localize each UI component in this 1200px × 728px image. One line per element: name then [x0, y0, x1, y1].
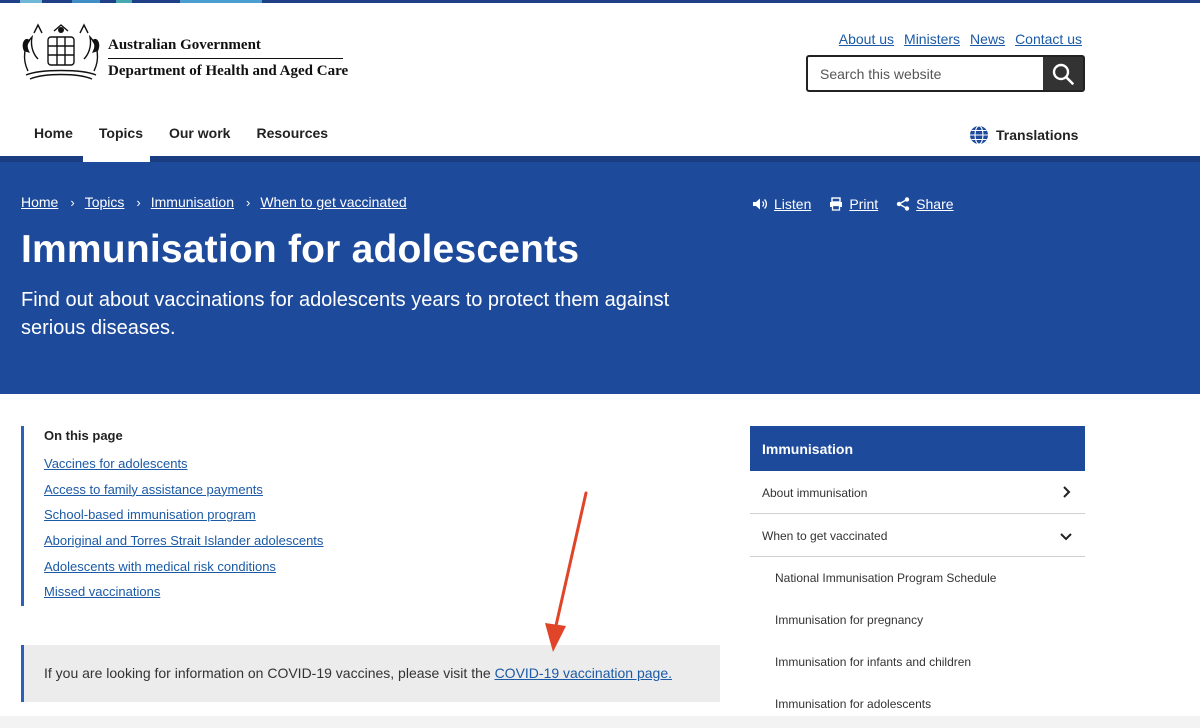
logo-line-government: Australian Government [108, 37, 261, 53]
globe-icon [970, 125, 988, 145]
sidenav-subitem-nip-schedule[interactable]: National Immunisation Program Schedule [750, 557, 1085, 599]
otp-link-missed[interactable]: Missed vaccinations [44, 584, 160, 599]
on-this-page-list: Vaccines for adolescents Access to famil… [44, 456, 381, 610]
page-title: Immunisation for adolescents [21, 228, 580, 271]
breadcrumb: Home › Topics › Immunisation › When to g… [21, 194, 407, 210]
utility-link-contact-us[interactable]: Contact us [1015, 31, 1082, 47]
otp-link-aboriginal[interactable]: Aboriginal and Torres Strait Islander ad… [44, 533, 323, 548]
sidenav-item-when-to-get-vaccinated[interactable]: When to get vaccinated [750, 514, 1085, 557]
chevron-right-icon: › [246, 194, 251, 210]
print-label[interactable]: Print [849, 196, 878, 212]
sidenav-heading[interactable]: Immunisation [750, 426, 1085, 471]
on-this-page-title: On this page [44, 428, 123, 443]
list-item: Vaccines for adolescents [44, 456, 381, 482]
print-button[interactable]: Print [829, 196, 878, 212]
listen-button[interactable]: Listen [752, 196, 811, 212]
logo-line-department: Department of Health and Aged Care [108, 63, 349, 79]
chevron-right-icon: › [70, 194, 75, 210]
nav-resources[interactable]: Resources [243, 115, 341, 162]
breadcrumb-immunisation[interactable]: Immunisation [151, 194, 234, 210]
nav-home[interactable]: Home [21, 115, 86, 162]
otp-link-family-assistance[interactable]: Access to family assistance payments [44, 482, 263, 497]
sidenav-subitem-pregnancy[interactable]: Immunisation for pregnancy [750, 599, 1085, 641]
section-sidenav: Immunisation About immunisation When to … [750, 426, 1085, 725]
speaker-icon [753, 198, 768, 210]
share-button[interactable]: Share [896, 196, 954, 212]
translations-label: Translations [996, 127, 1079, 143]
otp-link-medical-risk[interactable]: Adolescents with medical risk conditions [44, 559, 276, 574]
page-intro: Find out about vaccinations for adolesce… [21, 289, 670, 339]
utility-link-news[interactable]: News [970, 31, 1005, 47]
sidenav-item-label: About immunisation [762, 486, 868, 500]
utility-link-about-us[interactable]: About us [839, 31, 894, 47]
annotation-arrow-icon [545, 491, 588, 652]
breadcrumb-when-to-get-vaccinated[interactable]: When to get vaccinated [260, 194, 406, 210]
sidenav-item-label: When to get vaccinated [762, 529, 888, 543]
otp-link-vaccines[interactable]: Vaccines for adolescents [44, 456, 188, 471]
search-icon [1052, 63, 1074, 85]
chevron-right-icon: › [136, 194, 141, 210]
hero-top-bar [0, 156, 1200, 162]
printer-icon [830, 197, 843, 211]
list-item: School-based immunisation program [44, 507, 381, 533]
on-this-page: On this page Vaccines for adolescents Ac… [21, 426, 381, 606]
breadcrumb-topics[interactable]: Topics [85, 194, 125, 210]
chevron-right-icon [1063, 486, 1071, 498]
logo-divider [108, 58, 343, 59]
utility-nav: About us Ministers News Contact us [839, 31, 1082, 47]
list-item: Adolescents with medical risk conditions [44, 559, 381, 585]
callout-text: If you are looking for information on CO… [44, 665, 495, 681]
hero-banner: Home › Topics › Immunisation › When to g… [0, 155, 1200, 394]
search-box [806, 55, 1085, 92]
utility-link-ministers[interactable]: Ministers [904, 31, 960, 47]
sidenav-item-about-immunisation[interactable]: About immunisation [750, 471, 1085, 514]
translations-button[interactable]: Translations [969, 125, 1078, 145]
active-nav-indicator [83, 155, 150, 162]
list-item: Access to family assistance payments [44, 482, 381, 508]
page-bottom-edge [0, 716, 1200, 728]
share-icon [896, 197, 910, 211]
government-logo[interactable]: Australian Government Department of Heal… [20, 21, 350, 85]
nav-our-work[interactable]: Our work [156, 115, 243, 162]
coat-of-arms-icon [22, 23, 100, 80]
search-button[interactable] [1043, 57, 1083, 90]
main-nav: Home Topics Our work Resources [21, 115, 341, 166]
search-input[interactable] [808, 57, 1043, 90]
otp-link-school-program[interactable]: School-based immunisation program [44, 507, 256, 522]
share-label[interactable]: Share [916, 196, 953, 212]
sidenav-subitem-infants-children[interactable]: Immunisation for infants and children [750, 641, 1085, 683]
covid-callout: If you are looking for information on CO… [21, 645, 720, 702]
breadcrumb-home[interactable]: Home [21, 194, 58, 210]
list-item: Missed vaccinations [44, 584, 381, 610]
chevron-down-icon [1060, 533, 1072, 541]
list-item: Aboriginal and Torres Strait Islander ad… [44, 533, 381, 559]
site-header: Australian Government Department of Heal… [0, 3, 1200, 166]
covid-vaccination-link[interactable]: COVID-19 vaccination page. [495, 665, 672, 681]
page-actions: Listen Print Share [752, 196, 954, 212]
listen-label[interactable]: Listen [774, 196, 811, 212]
